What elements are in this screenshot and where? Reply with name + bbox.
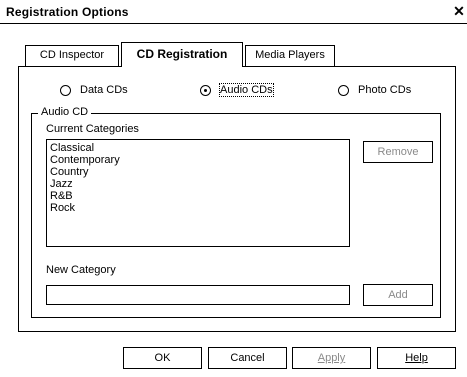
list-item[interactable]: Contemporary: [50, 154, 346, 166]
apply-button[interactable]: Apply: [292, 347, 371, 369]
audio-cd-group-label: Audio CD: [38, 106, 92, 118]
tab-cd-registration[interactable]: CD Registration: [121, 42, 243, 66]
radio-audio-cds-label: Audio CDs: [219, 83, 274, 97]
radio-selected-icon: [200, 84, 211, 96]
categories-listbox[interactable]: Classical Contemporary Country Jazz R&B …: [46, 139, 350, 247]
radio-photo-cds-label: Photo CDs: [358, 84, 412, 96]
radio-audio-cds[interactable]: Audio CDs: [200, 83, 274, 97]
list-item[interactable]: Rock: [50, 202, 346, 214]
close-icon[interactable]: ✕: [452, 4, 466, 19]
list-item[interactable]: Jazz: [50, 178, 346, 190]
list-item[interactable]: Country: [50, 166, 346, 178]
remove-button[interactable]: Remove: [363, 141, 433, 163]
registration-options-dialog: Registration Options ✕ CD Inspector CD R…: [0, 0, 467, 377]
ok-button[interactable]: OK: [123, 347, 202, 369]
title-bar[interactable]: Registration Options ✕: [0, 0, 467, 24]
new-category-label: New Category: [46, 264, 116, 276]
list-item[interactable]: Classical: [50, 142, 346, 154]
active-tab-joint: [122, 66, 242, 68]
radio-circle-icon: [338, 84, 349, 96]
radio-photo-cds[interactable]: Photo CDs: [338, 83, 411, 97]
radio-data-cds-label: Data CDs: [80, 84, 128, 96]
new-category-input[interactable]: [46, 285, 350, 305]
list-item[interactable]: R&B: [50, 190, 346, 202]
tab-media-players[interactable]: Media Players: [245, 45, 335, 66]
radio-circle-icon: [60, 84, 71, 96]
add-button[interactable]: Add: [363, 284, 433, 306]
window-title: Registration Options: [6, 5, 129, 19]
radio-data-cds[interactable]: Data CDs: [60, 83, 128, 97]
cancel-button[interactable]: Cancel: [208, 347, 287, 369]
current-categories-label: Current Categories: [46, 123, 139, 135]
help-button[interactable]: Help: [377, 347, 456, 369]
tab-cd-inspector[interactable]: CD Inspector: [25, 45, 119, 66]
